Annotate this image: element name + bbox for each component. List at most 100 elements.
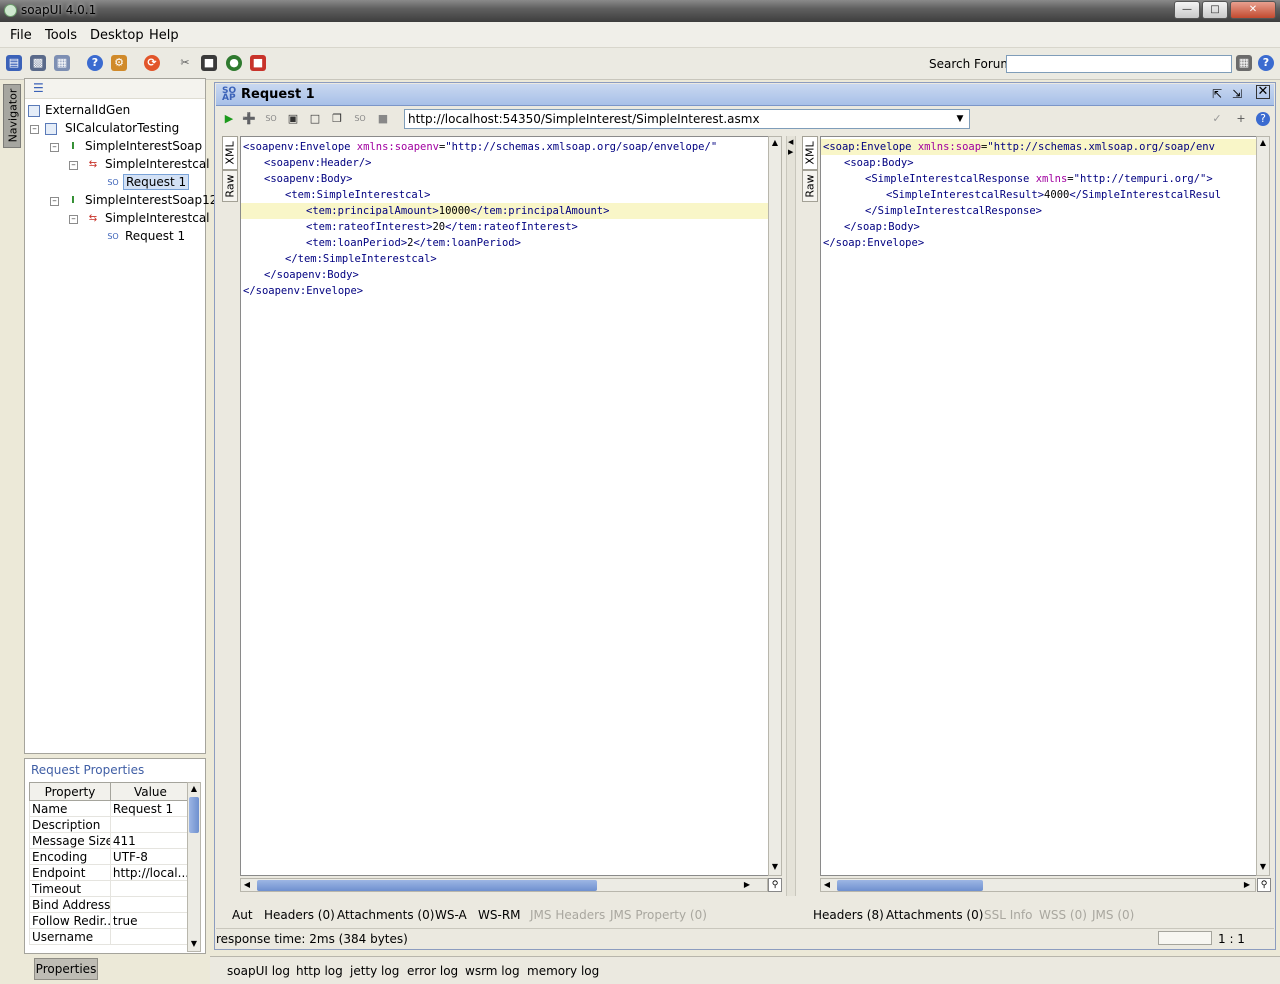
collapse-icon[interactable]: – [69, 215, 78, 224]
tab-xml-response[interactable]: XML [802, 136, 818, 170]
search-go-icon[interactable]: ▦ [1236, 55, 1252, 71]
preferences-icon[interactable]: ⚙ [111, 55, 127, 71]
column-header-property[interactable]: Property [29, 782, 111, 801]
request-xml-line[interactable]: <soapenv:Body> [264, 171, 353, 187]
add-icon[interactable]: + [1234, 112, 1248, 126]
cancel-request-icon[interactable]: ■ [376, 112, 390, 126]
tab-request-headers[interactable]: Headers (0) [264, 908, 335, 922]
request-xml-line[interactable]: </soapenv:Envelope> [243, 283, 363, 299]
scroll-left-icon[interactable]: ◀ [821, 879, 833, 891]
import-project-icon[interactable]: ▩ [30, 55, 46, 71]
proxy-icon[interactable]: ✂ [177, 55, 193, 71]
editor-splitter[interactable]: ◀ ▶ [786, 136, 796, 896]
close-button[interactable]: ✕ [1230, 1, 1276, 19]
property-value[interactable] [109, 928, 192, 945]
clone-request-icon[interactable]: SO [264, 112, 278, 126]
tab-ssl-info[interactable]: SSL Info [984, 908, 1032, 922]
tree-item-request-1-selected[interactable]: Request 1 [123, 174, 190, 190]
tabs-view-icon[interactable]: ❐ [330, 112, 344, 126]
request-xml-line[interactable]: <soapenv:Envelope xmlns:soapenv="http://… [243, 139, 717, 155]
maximize-button[interactable]: □ [1202, 1, 1228, 19]
search-help-icon[interactable]: ? [1258, 55, 1274, 71]
request-vertical-scrollbar[interactable]: ▲ ▼ [768, 136, 782, 876]
properties-tab[interactable]: Properties [34, 958, 98, 980]
menu-tools[interactable]: Tools [45, 28, 77, 43]
property-value[interactable] [109, 896, 192, 913]
tree-item-externalidgen[interactable]: ExternalIdGen [45, 103, 130, 117]
request-xml-line[interactable]: <tem:loanPeriod>2</tem:loanPeriod> [306, 235, 521, 251]
tab-jms-headers[interactable]: JMS Headers [530, 908, 605, 922]
tab-jetty-log[interactable]: jetty log [350, 964, 399, 978]
scroll-up-icon[interactable]: ▲ [1257, 137, 1269, 149]
table-row[interactable]: Name Request 1 [29, 800, 192, 817]
scroll-up-icon[interactable]: ▲ [188, 783, 200, 795]
scroll-thumb[interactable] [189, 797, 199, 833]
loadui-icon[interactable]: ● [226, 55, 242, 71]
save-all-icon[interactable]: ▦ [54, 55, 70, 71]
collapse-icon[interactable]: – [69, 161, 78, 170]
response-xml-line[interactable]: <soap:Body> [844, 155, 914, 171]
response-xml-line[interactable]: </soap:Envelope> [823, 235, 924, 251]
tree-item-request-1[interactable]: Request 1 [125, 229, 185, 243]
add-to-testcase-icon[interactable]: ➕ [242, 112, 256, 126]
properties-scrollbar[interactable]: ▲ ▼ [187, 782, 201, 952]
tab-http-log[interactable]: http log [296, 964, 343, 978]
tree-item-simpleinterestcal-2[interactable]: SimpleInterestcal [105, 211, 210, 225]
collapse-icon[interactable]: – [30, 125, 39, 134]
table-row[interactable]: Username [29, 928, 192, 945]
tab-response-headers[interactable]: Headers (8) [813, 908, 884, 922]
request-xml-editor[interactable]: <soapenv:Envelope xmlns:soapenv="http://… [240, 136, 770, 876]
property-value[interactable]: true [109, 912, 192, 929]
request-xml-line[interactable]: <soapenv:Header/> [264, 155, 371, 171]
list-view-icon[interactable]: ☰ [33, 81, 44, 95]
table-row[interactable]: Encoding UTF-8 [29, 848, 192, 865]
tab-wsrm-log[interactable]: wsrm log [465, 964, 520, 978]
request-xml-line[interactable]: </tem:SimpleInterestcal> [285, 251, 437, 267]
scroll-thumb[interactable] [257, 880, 597, 891]
split-view-icon[interactable]: □ [308, 112, 322, 126]
request-xml-line[interactable]: <tem:rateofInterest>20</tem:rateofIntere… [306, 219, 578, 235]
table-row[interactable]: Timeout [29, 880, 192, 897]
table-row[interactable]: Description [29, 816, 192, 833]
response-xml-line[interactable]: <SimpleInterestcalResult>4000</SimpleInt… [886, 187, 1221, 203]
splitter-right-icon[interactable]: ▶ [788, 148, 793, 156]
monitor-icon[interactable]: ■ [201, 55, 217, 71]
tab-response-attachments[interactable]: Attachments (0) [886, 908, 983, 922]
property-value[interactable]: http://local... [109, 864, 192, 881]
submit-request-icon[interactable]: ▶ [222, 112, 236, 126]
close-editor-icon[interactable]: ✕ [1256, 85, 1270, 99]
tab-request-attachments[interactable]: Attachments (0) [337, 908, 434, 922]
collapse-icon[interactable]: – [50, 197, 59, 206]
request-horizontal-scrollbar[interactable]: ◀ ▶ [240, 878, 768, 892]
response-horizontal-scrollbar[interactable]: ◀ ▶ [820, 878, 1256, 892]
response-xml-line[interactable]: <SimpleInterestcalResponse xmlns="http:/… [865, 171, 1213, 187]
tab-soapui-log[interactable]: soapUI log [227, 964, 290, 978]
new-project-icon[interactable]: ▤ [6, 55, 22, 71]
property-value[interactable]: 411 [109, 832, 192, 849]
tab-raw-request[interactable]: Raw [222, 170, 238, 202]
tree-item-simpleinterestsoap12[interactable]: SimpleInterestSoap12 [85, 193, 217, 207]
scroll-down-icon[interactable]: ▼ [188, 938, 200, 950]
table-row[interactable]: Endpoint http://local... [29, 864, 192, 881]
soapui-online-icon[interactable]: ⟳ [144, 55, 160, 71]
table-row[interactable]: Follow Redir... true [29, 912, 192, 929]
navigator-tab[interactable]: Navigator [3, 84, 21, 148]
response-xml-editor[interactable]: <soap:Envelope xmlns:soap="http://schema… [820, 136, 1258, 876]
response-vertical-scrollbar[interactable]: ▲ ▼ [1256, 136, 1270, 876]
scroll-down-icon[interactable]: ▼ [769, 861, 781, 873]
tree-item-sicalculatortesting[interactable]: SICalculatorTesting [65, 121, 179, 135]
column-header-value[interactable]: Value [109, 782, 192, 801]
tab-jms[interactable]: JMS (0) [1092, 908, 1134, 922]
detach-icon[interactable]: ⇱ [1212, 87, 1222, 101]
table-row[interactable]: Bind Address [29, 896, 192, 913]
maximize-editor-icon[interactable]: ⇲ [1232, 87, 1242, 101]
request-xml-line[interactable]: <tem:SimpleInterestcal> [285, 187, 430, 203]
tab-auth[interactable]: Aut [232, 908, 253, 922]
exit-icon[interactable]: ■ [250, 55, 266, 71]
chevron-down-icon[interactable]: ▼ [953, 111, 967, 127]
tree-item-simpleinterestcal[interactable]: SimpleInterestcal [105, 157, 210, 171]
scroll-thumb[interactable] [837, 880, 983, 891]
response-xml-line[interactable]: </SimpleInterestcalResponse> [865, 203, 1042, 219]
property-value[interactable]: UTF-8 [109, 848, 192, 865]
zoom-icon[interactable]: ⚲ [768, 878, 782, 892]
